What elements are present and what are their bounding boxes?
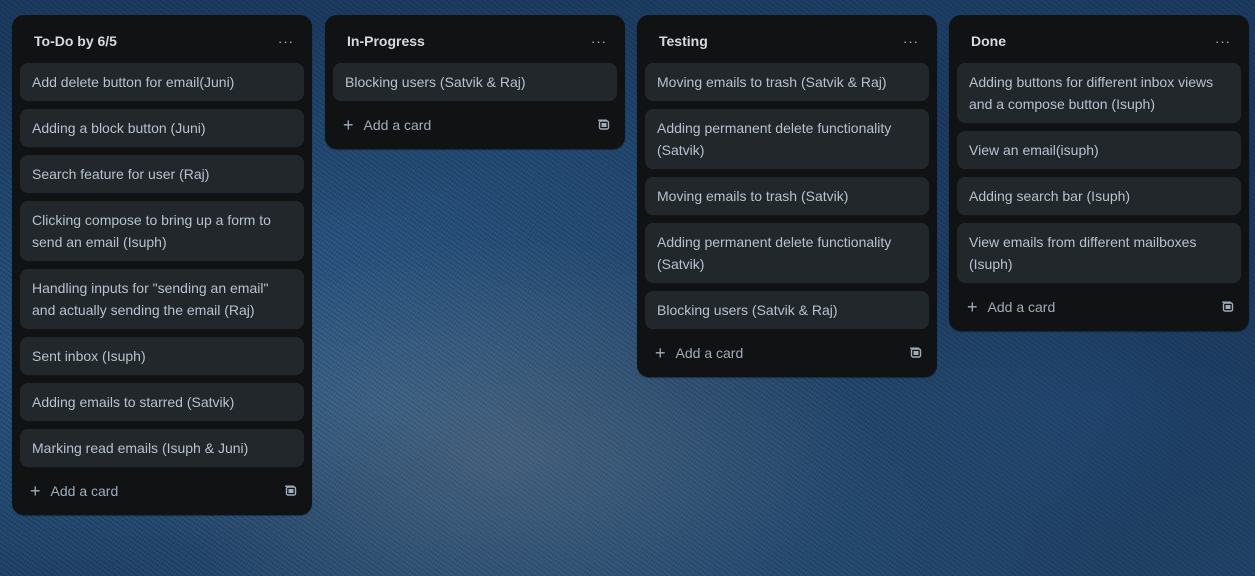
plus-icon: + [30,481,41,501]
list-title[interactable]: To-Do by 6/5 [34,33,117,49]
ellipsis-icon[interactable]: ··· [278,34,294,49]
board: To-Do by 6/5 ··· Add delete button for e… [0,0,1255,576]
card[interactable]: Moving emails to trash (Satvik & Raj) [645,63,929,101]
card[interactable]: Adding a block button (Juni) [20,109,304,147]
card-template-icon[interactable] [1221,300,1235,314]
list-title[interactable]: In-Progress [347,33,425,49]
add-card-button[interactable]: + Add a card [30,482,118,500]
list-in-progress: In-Progress ··· Blocking users (Satvik &… [325,15,625,149]
list-title[interactable]: Testing [659,33,708,49]
card[interactable]: View an email(isuph) [957,131,1241,169]
list-header: In-Progress ··· [333,25,617,57]
add-card-button[interactable]: + Add a card [343,116,431,134]
plus-icon: + [343,115,354,135]
card[interactable]: Adding search bar (Isuph) [957,177,1241,215]
card[interactable]: Adding emails to starred (Satvik) [20,383,304,421]
ellipsis-icon[interactable]: ··· [1215,34,1231,49]
list-footer: + Add a card [333,109,617,141]
card-template-icon[interactable] [597,118,611,132]
card[interactable]: Adding buttons for different inbox views… [957,63,1241,123]
card[interactable]: Handling inputs for "sending an email" a… [20,269,304,329]
list-title[interactable]: Done [971,33,1006,49]
add-card-label: Add a card [50,483,119,499]
list-header: Testing ··· [645,25,929,57]
card[interactable]: Blocking users (Satvik & Raj) [645,291,929,329]
list-footer: + Add a card [20,475,304,507]
add-card-label: Add a card [675,345,744,361]
card[interactable]: Blocking users (Satvik & Raj) [333,63,617,101]
card-template-icon[interactable] [909,346,923,360]
card-template-icon[interactable] [284,484,298,498]
card[interactable]: Adding permanent delete functionality (S… [645,109,929,169]
card[interactable]: Search feature for user (Raj) [20,155,304,193]
list-todo: To-Do by 6/5 ··· Add delete button for e… [12,15,312,515]
list-header: Done ··· [957,25,1241,57]
add-card-label: Add a card [363,117,432,133]
card[interactable]: View emails from different mailboxes (Is… [957,223,1241,283]
ellipsis-icon[interactable]: ··· [903,34,919,49]
list-testing: Testing ··· Moving emails to trash (Satv… [637,15,937,377]
plus-icon: + [655,343,666,363]
plus-icon: + [967,297,978,317]
list-footer: + Add a card [957,291,1241,323]
add-card-label: Add a card [987,299,1056,315]
card[interactable]: Add delete button for email(Juni) [20,63,304,101]
card[interactable]: Moving emails to trash (Satvik) [645,177,929,215]
list-header: To-Do by 6/5 ··· [20,25,304,57]
list-footer: + Add a card [645,337,929,369]
add-card-button[interactable]: + Add a card [967,298,1055,316]
list-done: Done ··· Adding buttons for different in… [949,15,1249,331]
add-card-button[interactable]: + Add a card [655,344,743,362]
ellipsis-icon[interactable]: ··· [591,34,607,49]
card[interactable]: Clicking compose to bring up a form to s… [20,201,304,261]
card[interactable]: Adding permanent delete functionality (S… [645,223,929,283]
card[interactable]: Marking read emails (Isuph & Juni) [20,429,304,467]
card[interactable]: Sent inbox (Isuph) [20,337,304,375]
